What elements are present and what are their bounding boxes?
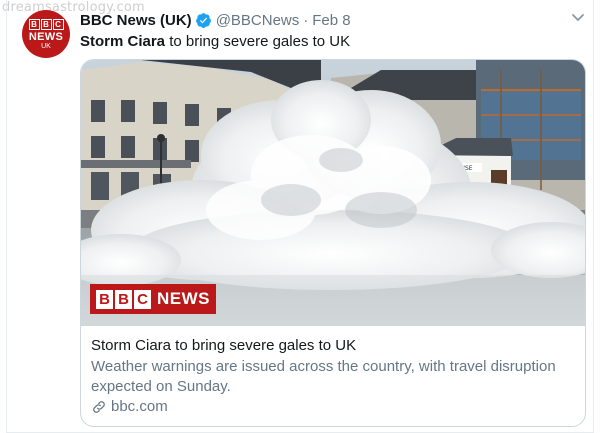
avatar-region-text: UK bbox=[41, 43, 51, 50]
badge-block: C bbox=[134, 289, 151, 309]
avatar-block: B bbox=[40, 19, 52, 30]
avatar-news-text: NEWS bbox=[28, 31, 64, 43]
tweet-text: Storm Ciara to bring severe gales to UK bbox=[80, 32, 350, 52]
avatar-block: C bbox=[52, 19, 64, 30]
badge-news-text: NEWS bbox=[157, 289, 210, 308]
card-description: Weather warnings are issued across the c… bbox=[91, 358, 556, 395]
link-card[interactable]: BOATHOUSE bbox=[80, 59, 586, 427]
avatar[interactable]: B B C NEWS UK bbox=[22, 10, 70, 58]
link-icon bbox=[93, 400, 105, 413]
user-handle[interactable]: @BBCNews bbox=[216, 12, 300, 29]
card-image: BOATHOUSE bbox=[81, 60, 585, 325]
separator-dot: · bbox=[303, 11, 309, 29]
tweet-text-rest: to bring severe gales to UK bbox=[165, 33, 351, 50]
card-divider bbox=[81, 325, 585, 326]
tweet-date[interactable]: Feb 8 bbox=[312, 12, 350, 29]
badge-block: B bbox=[115, 289, 132, 309]
card-domain[interactable]: bbc.com bbox=[91, 398, 168, 415]
bbc-news-logo: B B C NEWS bbox=[90, 284, 216, 314]
avatar-block: B bbox=[28, 19, 40, 30]
verified-badge-icon bbox=[195, 12, 211, 28]
badge-block: B bbox=[96, 289, 113, 309]
tweet-text-bold: Storm Ciara bbox=[80, 33, 166, 50]
card-domain-text: bbc.com bbox=[111, 398, 168, 415]
display-name[interactable]: BBC News (UK) bbox=[80, 12, 192, 29]
avatar-logo-blocks: B B C bbox=[28, 19, 64, 30]
card-title[interactable]: Storm Ciara to bring severe gales to UK bbox=[91, 337, 356, 354]
chevron-down-icon[interactable] bbox=[568, 10, 588, 26]
tweet-header: BBC News (UK) @BBCNews · Feb 8 bbox=[80, 10, 351, 30]
